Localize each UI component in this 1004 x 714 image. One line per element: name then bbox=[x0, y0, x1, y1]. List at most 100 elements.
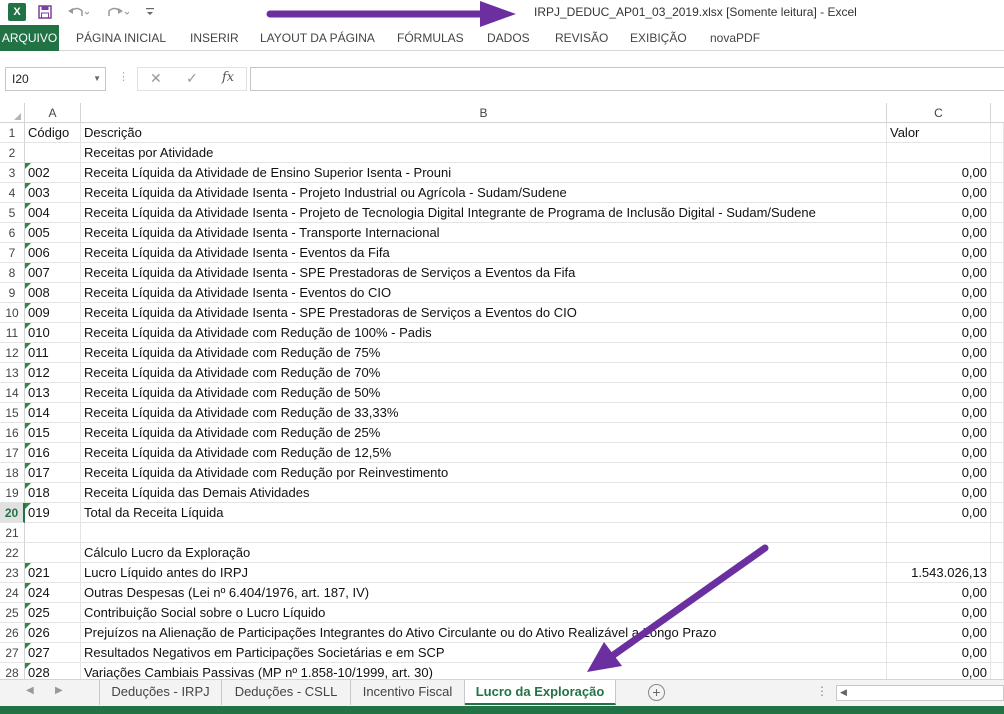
cell-codigo[interactable]: 003 bbox=[25, 183, 81, 203]
cell-codigo[interactable]: 010 bbox=[25, 323, 81, 343]
insert-function-icon[interactable]: fx bbox=[222, 70, 234, 85]
row-header[interactable]: 4 bbox=[0, 183, 25, 203]
cell-empty[interactable] bbox=[991, 623, 1004, 643]
cell-descricao[interactable]: Receita Líquida da Atividade Isenta - Pr… bbox=[81, 203, 887, 223]
save-button[interactable] bbox=[36, 3, 54, 21]
chevron-down-icon[interactable]: ▼ bbox=[93, 68, 101, 90]
cell-empty[interactable] bbox=[991, 523, 1004, 543]
row-header[interactable]: 3 bbox=[0, 163, 25, 183]
cell-empty[interactable] bbox=[991, 443, 1004, 463]
cell-empty[interactable] bbox=[991, 323, 1004, 343]
cell-descricao[interactable]: Receita Líquida da Atividade com Redução… bbox=[81, 443, 887, 463]
row-header[interactable]: 14 bbox=[0, 383, 25, 403]
cell-valor[interactable]: 0,00 bbox=[887, 323, 991, 343]
row-header[interactable]: 2 bbox=[0, 143, 25, 163]
cell-descricao[interactable]: Resultados Negativos em Participações So… bbox=[81, 643, 887, 663]
sheet-tab-deducoes-irpj[interactable]: Deduções - IRPJ bbox=[99, 680, 222, 705]
cell-descricao[interactable]: Contribuição Social sobre o Lucro Líquid… bbox=[81, 603, 887, 623]
cell-empty[interactable] bbox=[991, 123, 1004, 143]
cell-descricao[interactable]: Receita Líquida da Atividade com Redução… bbox=[81, 343, 887, 363]
cell-codigo[interactable]: 026 bbox=[25, 623, 81, 643]
cell-valor[interactable]: 0,00 bbox=[887, 343, 991, 363]
cell-empty[interactable] bbox=[991, 363, 1004, 383]
row-header[interactable]: 1 bbox=[0, 123, 25, 143]
cell-descricao[interactable]: Receitas por Atividade bbox=[81, 143, 887, 163]
excel-logo-icon[interactable]: X bbox=[8, 3, 26, 21]
cell-empty[interactable] bbox=[991, 463, 1004, 483]
row-header[interactable]: 23 bbox=[0, 563, 25, 583]
sheet-tab-deducoes-csll[interactable]: Deduções - CSLL bbox=[222, 680, 351, 705]
sheet-tab-lucro-da-exploracao[interactable]: Lucro da Exploração bbox=[465, 680, 616, 705]
row-header[interactable]: 9 bbox=[0, 283, 25, 303]
cell-descricao[interactable]: Descrição bbox=[81, 123, 887, 143]
cell-descricao[interactable]: Receita Líquida da Atividade com Redução… bbox=[81, 403, 887, 423]
undo-button[interactable] bbox=[66, 3, 90, 21]
row-header[interactable]: 12 bbox=[0, 343, 25, 363]
cell-valor[interactable]: 0,00 bbox=[887, 603, 991, 623]
row-header[interactable]: 6 bbox=[0, 223, 25, 243]
cell-valor[interactable]: 0,00 bbox=[887, 503, 991, 523]
cell-valor[interactable]: 0,00 bbox=[887, 363, 991, 383]
cell-descricao[interactable]: Prejuízos na Alienação de Participações … bbox=[81, 623, 887, 643]
customize-quick-access-button[interactable] bbox=[142, 3, 158, 21]
tab-formulas[interactable]: FÓRMULAS bbox=[397, 25, 464, 51]
cell-descricao[interactable]: Receita Líquida da Atividade com Redução… bbox=[81, 363, 887, 383]
row-header[interactable]: 24 bbox=[0, 583, 25, 603]
cell-empty[interactable] bbox=[991, 483, 1004, 503]
row-header[interactable]: 19 bbox=[0, 483, 25, 503]
tab-novapdf[interactable]: novaPDF bbox=[710, 25, 760, 51]
cell-descricao[interactable]: Variações Cambiais Passivas (MP nº 1.858… bbox=[81, 663, 887, 679]
cell-codigo[interactable]: 024 bbox=[25, 583, 81, 603]
cell-valor[interactable]: 0,00 bbox=[887, 643, 991, 663]
redo-button[interactable] bbox=[106, 3, 130, 21]
cell-codigo[interactable]: 016 bbox=[25, 443, 81, 463]
enter-check-icon[interactable]: ✓ bbox=[186, 70, 198, 87]
cell-valor[interactable]: Valor bbox=[887, 123, 991, 143]
cell-descricao[interactable]: Receita Líquida da Atividade Isenta - SP… bbox=[81, 263, 887, 283]
row-header[interactable]: 5 bbox=[0, 203, 25, 223]
cancel-icon[interactable]: ✕ bbox=[150, 70, 162, 87]
cell-codigo[interactable]: 011 bbox=[25, 343, 81, 363]
cell-empty[interactable] bbox=[991, 243, 1004, 263]
cell-empty[interactable] bbox=[991, 603, 1004, 623]
cell-empty[interactable] bbox=[991, 503, 1004, 523]
scroll-tabs-right-icon[interactable]: ▶ bbox=[55, 685, 63, 696]
tab-pagina-inicial[interactable]: PÁGINA INICIAL bbox=[76, 25, 166, 51]
cell-empty[interactable] bbox=[991, 143, 1004, 163]
cell-valor[interactable]: 0,00 bbox=[887, 243, 991, 263]
cell-empty[interactable] bbox=[991, 383, 1004, 403]
cell-empty[interactable] bbox=[991, 203, 1004, 223]
row-header[interactable]: 17 bbox=[0, 443, 25, 463]
more-options-icon[interactable]: ⋮ bbox=[816, 684, 828, 698]
cell-valor[interactable] bbox=[887, 523, 991, 543]
cell-codigo[interactable] bbox=[25, 543, 81, 563]
cell-valor[interactable]: 0,00 bbox=[887, 183, 991, 203]
cell-valor[interactable]: 0,00 bbox=[887, 383, 991, 403]
cell-valor[interactable]: 0,00 bbox=[887, 443, 991, 463]
cell-descricao[interactable]: Receita Líquida das Demais Atividades bbox=[81, 483, 887, 503]
cell-codigo[interactable]: 006 bbox=[25, 243, 81, 263]
cell-descricao[interactable]: Total da Receita Líquida bbox=[81, 503, 887, 523]
row-header[interactable]: 7 bbox=[0, 243, 25, 263]
sheet-tab-incentivo-fiscal[interactable]: Incentivo Fiscal bbox=[351, 680, 465, 705]
cell-codigo[interactable]: 012 bbox=[25, 363, 81, 383]
cell-descricao[interactable] bbox=[81, 523, 887, 543]
select-all-corner[interactable] bbox=[0, 103, 25, 123]
spreadsheet-grid[interactable]: A B C 1 Código Descrição Valor 2 Receitas por… bbox=[0, 103, 1004, 679]
cell-valor[interactable]: 0,00 bbox=[887, 623, 991, 643]
cell-valor[interactable]: 0,00 bbox=[887, 303, 991, 323]
cell-valor[interactable]: 0,00 bbox=[887, 583, 991, 603]
cell-empty[interactable] bbox=[991, 423, 1004, 443]
row-header[interactable]: 16 bbox=[0, 423, 25, 443]
row-header[interactable]: 8 bbox=[0, 263, 25, 283]
cell-codigo[interactable]: 014 bbox=[25, 403, 81, 423]
cell-descricao[interactable]: Receita Líquida da Atividade Isenta - Tr… bbox=[81, 223, 887, 243]
row-header[interactable]: 10 bbox=[0, 303, 25, 323]
cell-descricao[interactable]: Lucro Líquido antes do IRPJ bbox=[81, 563, 887, 583]
cell-valor[interactable]: 0,00 bbox=[887, 403, 991, 423]
cell-valor[interactable]: 0,00 bbox=[887, 483, 991, 503]
tab-layout-da-pagina[interactable]: LAYOUT DA PÁGINA bbox=[260, 25, 375, 51]
cell-codigo[interactable]: 007 bbox=[25, 263, 81, 283]
cell-empty[interactable] bbox=[991, 403, 1004, 423]
cell-valor[interactable]: 0,00 bbox=[887, 283, 991, 303]
